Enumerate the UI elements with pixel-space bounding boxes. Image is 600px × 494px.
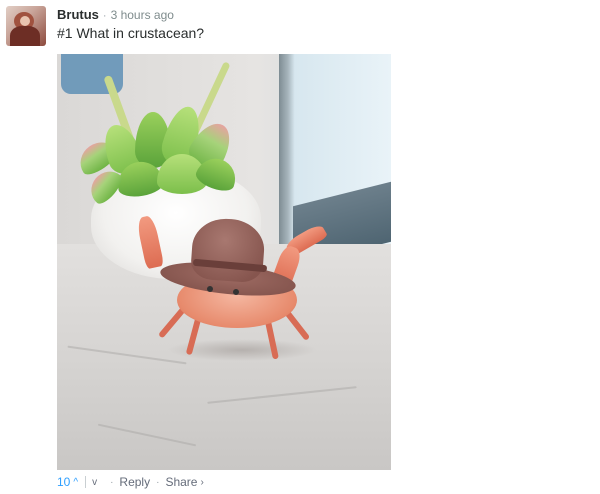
vote-count: 10 — [57, 475, 71, 489]
comment-message: #1 What in crustacean? — [57, 25, 205, 41]
upvote-icon[interactable]: ^ — [73, 477, 78, 488]
attached-photo[interactable] — [57, 54, 391, 470]
vote-divider — [85, 476, 87, 488]
author-name[interactable]: Brutus — [57, 7, 99, 22]
comment-actions: 10 ^ v · Reply · Share › — [57, 474, 204, 490]
comment-header: Brutus · 3 hours ago — [57, 7, 174, 23]
separator-dot: · — [102, 10, 107, 22]
downvote-icon[interactable]: v — [92, 477, 97, 488]
separator-dot: · — [156, 476, 160, 488]
chevron-right-icon: › — [200, 476, 204, 488]
separator-dot: · — [110, 476, 114, 488]
reply-button[interactable]: Reply — [119, 475, 150, 489]
timestamp[interactable]: 3 hours ago — [111, 8, 174, 22]
share-button[interactable]: Share — [165, 475, 197, 489]
avatar[interactable] — [6, 6, 46, 46]
